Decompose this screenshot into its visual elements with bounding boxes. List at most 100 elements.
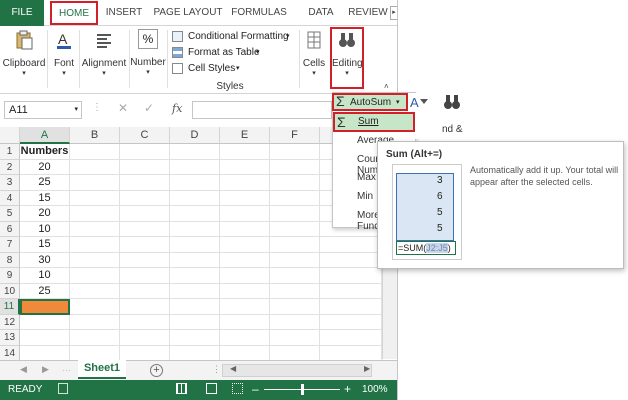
cell[interactable]: [70, 159, 120, 175]
cell[interactable]: 20: [20, 159, 70, 175]
cell[interactable]: [320, 330, 382, 346]
cells-group[interactable]: Cells ▾: [300, 26, 328, 94]
cell[interactable]: [170, 144, 220, 160]
cell[interactable]: [220, 314, 270, 330]
row-header-5[interactable]: 5: [0, 206, 20, 222]
cell[interactable]: [120, 330, 170, 346]
cell[interactable]: 15: [20, 190, 70, 206]
cell[interactable]: [270, 190, 320, 206]
menu-item-sum[interactable]: Σ Sum: [333, 112, 415, 132]
cell[interactable]: [170, 299, 220, 315]
row-header-2[interactable]: 2: [0, 159, 20, 175]
cell[interactable]: [270, 206, 320, 222]
cell[interactable]: [320, 314, 382, 330]
enter-icon[interactable]: ✓: [144, 101, 154, 115]
cell[interactable]: [70, 144, 120, 160]
hscroll-right-icon[interactable]: ▶: [364, 364, 370, 373]
conditional-formatting-button[interactable]: Conditional Formatting ▾: [172, 29, 298, 45]
collapse-ribbon-icon[interactable]: ˄: [384, 82, 389, 91]
cell[interactable]: [120, 268, 170, 284]
row-header-11[interactable]: 11: [0, 299, 20, 315]
column-header-a[interactable]: A: [20, 127, 70, 144]
cell[interactable]: [270, 299, 320, 315]
row-header-7[interactable]: 7: [0, 237, 20, 253]
horizontal-scrollbar[interactable]: [222, 364, 372, 377]
cell[interactable]: [170, 175, 220, 191]
cell[interactable]: 30: [20, 252, 70, 268]
tab-file[interactable]: FILE: [0, 0, 44, 26]
cell[interactable]: [70, 345, 120, 361]
cell[interactable]: [270, 221, 320, 237]
cell[interactable]: [120, 221, 170, 237]
format-as-table-button[interactable]: Format as Table ▾: [172, 45, 298, 61]
cell[interactable]: [270, 345, 320, 361]
cell[interactable]: [320, 268, 382, 284]
cell[interactable]: 15: [20, 237, 70, 253]
cell[interactable]: [170, 159, 220, 175]
cell[interactable]: [20, 345, 70, 361]
cell[interactable]: [220, 268, 270, 284]
cell[interactable]: [20, 330, 70, 346]
cell[interactable]: [170, 221, 220, 237]
cell[interactable]: [120, 144, 170, 160]
cell[interactable]: [270, 252, 320, 268]
cell[interactable]: [170, 345, 220, 361]
selected-cell[interactable]: [20, 299, 70, 315]
cell[interactable]: [120, 175, 170, 191]
cell[interactable]: [70, 221, 120, 237]
row-header-13[interactable]: 13: [0, 330, 20, 346]
more-icon[interactable]: ⋮: [212, 364, 221, 375]
cell[interactable]: [220, 159, 270, 175]
cell[interactable]: [70, 268, 120, 284]
formula-input[interactable]: [192, 101, 332, 119]
cell[interactable]: [220, 330, 270, 346]
column-header-b[interactable]: B: [70, 127, 120, 144]
column-header-e[interactable]: E: [220, 127, 270, 144]
cell[interactable]: [320, 283, 382, 299]
scroll-right-icon[interactable]: ▶: [42, 364, 49, 375]
autosum-button[interactable]: Σ AutoSum ▾: [332, 93, 408, 111]
row-header-8[interactable]: 8: [0, 252, 20, 268]
cell[interactable]: [70, 299, 120, 315]
cell[interactable]: [270, 237, 320, 253]
cancel-icon[interactable]: ✕: [118, 101, 128, 115]
row-header-10[interactable]: 10: [0, 283, 20, 299]
tab-insert[interactable]: INSERT: [104, 0, 144, 26]
number-group[interactable]: % Number ▾: [130, 26, 166, 94]
cell[interactable]: [70, 283, 120, 299]
page-layout-view-icon[interactable]: [206, 383, 217, 394]
menu-item-min[interactable]: Min: [357, 191, 373, 202]
cell[interactable]: [170, 268, 220, 284]
cell[interactable]: [270, 314, 320, 330]
cell[interactable]: 10: [20, 268, 70, 284]
row-header-4[interactable]: 4: [0, 190, 20, 206]
cell[interactable]: [170, 237, 220, 253]
cell[interactable]: [220, 190, 270, 206]
cell[interactable]: [220, 206, 270, 222]
cell[interactable]: 25: [20, 175, 70, 191]
name-box[interactable]: A11 ▾: [4, 101, 82, 119]
cell[interactable]: [270, 144, 320, 160]
cell-styles-button[interactable]: Cell Styles ▾: [172, 61, 298, 77]
hscroll-left-icon[interactable]: ◀: [230, 364, 236, 373]
cell[interactable]: [220, 252, 270, 268]
cell[interactable]: [70, 314, 120, 330]
cell[interactable]: [170, 190, 220, 206]
cell[interactable]: [220, 221, 270, 237]
new-sheet-icon[interactable]: +: [150, 364, 163, 377]
alignment-group[interactable]: Alignment ▾: [80, 26, 128, 94]
cell[interactable]: [220, 345, 270, 361]
menu-item-max[interactable]: Max: [357, 172, 376, 183]
cell[interactable]: [220, 237, 270, 253]
row-header-12[interactable]: 12: [0, 314, 20, 330]
select-all-corner[interactable]: [0, 127, 20, 144]
row-header-6[interactable]: 6: [0, 221, 20, 237]
row-header-9[interactable]: 9: [0, 268, 20, 284]
cell[interactable]: [170, 252, 220, 268]
column-header-f[interactable]: F: [270, 127, 320, 144]
sheet-tab-sheet1[interactable]: Sheet1: [78, 360, 126, 379]
tab-data[interactable]: DATA: [304, 0, 338, 26]
cell[interactable]: [220, 283, 270, 299]
cell[interactable]: [170, 283, 220, 299]
cell[interactable]: [270, 283, 320, 299]
